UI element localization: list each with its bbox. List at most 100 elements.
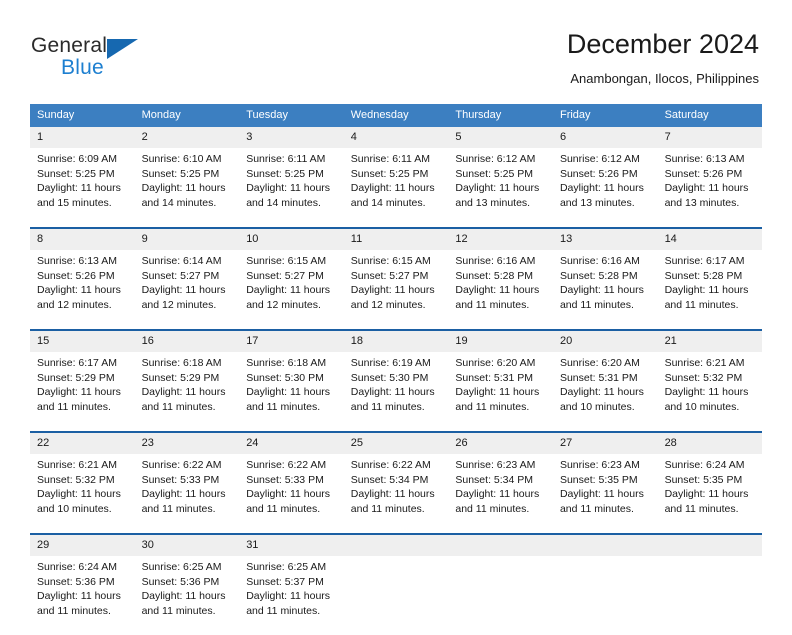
day-cell[interactable]: Sunrise: 6:13 AM Sunset: 5:26 PM Dayligh… <box>657 148 763 228</box>
day-cell[interactable]: Sunrise: 6:21 AM Sunset: 5:32 PM Dayligh… <box>657 352 763 432</box>
day-cell[interactable]: Sunrise: 6:18 AM Sunset: 5:30 PM Dayligh… <box>239 352 344 432</box>
day-number[interactable]: 27 <box>552 431 658 454</box>
day-cell[interactable]: Sunrise: 6:11 AM Sunset: 5:25 PM Dayligh… <box>239 148 344 228</box>
day-cell[interactable]: Sunrise: 6:10 AM Sunset: 5:25 PM Dayligh… <box>134 148 240 228</box>
day-number[interactable]: 5 <box>448 127 553 148</box>
title-block: December 2024 Anambongan, Ilocos, Philip… <box>567 28 759 87</box>
day-number[interactable]: 18 <box>343 329 449 352</box>
day-cell[interactable]: Sunrise: 6:17 AM Sunset: 5:29 PM Dayligh… <box>30 352 135 432</box>
day-number[interactable]: 14 <box>657 227 763 250</box>
week-info-row: Sunrise: 6:24 AM Sunset: 5:36 PM Dayligh… <box>30 556 763 635</box>
sunset-text: Sunset: 5:25 PM <box>350 167 429 180</box>
day-number[interactable]: 20 <box>552 329 658 352</box>
day-cell[interactable]: Sunrise: 6:12 AM Sunset: 5:26 PM Dayligh… <box>552 148 658 228</box>
day-cell[interactable]: Sunrise: 6:24 AM Sunset: 5:36 PM Dayligh… <box>30 556 135 635</box>
day-number[interactable]: 22 <box>30 431 135 454</box>
day-number[interactable]: 16 <box>134 329 240 352</box>
day-number[interactable]: 21 <box>657 329 763 352</box>
day-cell[interactable]: Sunrise: 6:24 AM Sunset: 5:35 PM Dayligh… <box>657 454 763 534</box>
day-number[interactable]: 8 <box>30 227 135 250</box>
daylight-text: Daylight: 11 hours and 11 minutes. <box>455 284 540 311</box>
day-cell-empty <box>343 556 449 635</box>
day-number[interactable]: 30 <box>134 533 240 556</box>
day-cell[interactable]: Sunrise: 6:25 AM Sunset: 5:37 PM Dayligh… <box>239 556 344 635</box>
day-number[interactable]: 29 <box>30 533 135 556</box>
day-number[interactable]: 12 <box>448 227 553 250</box>
day-number[interactable]: 11 <box>343 227 449 250</box>
day-number[interactable]: 6 <box>552 127 658 148</box>
day-number[interactable]: 25 <box>343 431 449 454</box>
day-cell[interactable]: Sunrise: 6:16 AM Sunset: 5:28 PM Dayligh… <box>552 250 658 330</box>
day-number[interactable]: 10 <box>239 227 344 250</box>
day-number[interactable]: 17 <box>239 329 344 352</box>
day-number[interactable]: 2 <box>134 127 240 148</box>
day-cell[interactable]: Sunrise: 6:15 AM Sunset: 5:27 PM Dayligh… <box>239 250 344 330</box>
day-number[interactable]: 7 <box>657 127 763 148</box>
day-cell[interactable]: Sunrise: 6:15 AM Sunset: 5:27 PM Dayligh… <box>343 250 449 330</box>
day-cell[interactable]: Sunrise: 6:19 AM Sunset: 5:30 PM Dayligh… <box>343 352 449 432</box>
day-number-empty <box>448 533 553 556</box>
brand-triangle-icon <box>107 39 138 59</box>
daylight-text: Daylight: 11 hours and 13 minutes. <box>559 182 644 209</box>
day-number[interactable]: 24 <box>239 431 344 454</box>
week-daynum-row: 22 23 24 25 26 27 28 <box>30 431 763 454</box>
day-cell[interactable]: Sunrise: 6:23 AM Sunset: 5:35 PM Dayligh… <box>552 454 658 534</box>
day-number-empty <box>343 533 449 556</box>
sunrise-text: Sunrise: 6:22 AM <box>246 459 327 471</box>
day-cell[interactable]: Sunrise: 6:09 AM Sunset: 5:25 PM Dayligh… <box>30 148 135 228</box>
sunset-text: Sunset: 5:35 PM <box>664 473 743 486</box>
sunset-text: Sunset: 5:36 PM <box>37 575 115 588</box>
day-cell[interactable]: Sunrise: 6:21 AM Sunset: 5:32 PM Dayligh… <box>30 454 135 534</box>
day-cell[interactable]: Sunrise: 6:22 AM Sunset: 5:33 PM Dayligh… <box>239 454 344 534</box>
sunset-text: Sunset: 5:27 PM <box>246 269 324 282</box>
daylight-text: Daylight: 11 hours and 11 minutes. <box>350 386 435 413</box>
day-number[interactable]: 31 <box>239 533 344 556</box>
day-number[interactable]: 23 <box>134 431 240 454</box>
day-number[interactable]: 28 <box>657 431 763 454</box>
day-cell[interactable]: Sunrise: 6:20 AM Sunset: 5:31 PM Dayligh… <box>552 352 658 432</box>
day-cell[interactable]: Sunrise: 6:18 AM Sunset: 5:29 PM Dayligh… <box>134 352 240 432</box>
day-cell[interactable]: Sunrise: 6:13 AM Sunset: 5:26 PM Dayligh… <box>30 250 135 330</box>
daylight-text: Daylight: 11 hours and 11 minutes. <box>664 488 749 515</box>
daylight-text: Daylight: 11 hours and 11 minutes. <box>350 488 435 515</box>
day-cell[interactable]: Sunrise: 6:23 AM Sunset: 5:34 PM Dayligh… <box>448 454 553 534</box>
sunrise-text: Sunrise: 6:10 AM <box>141 153 222 165</box>
sunset-text: Sunset: 5:25 PM <box>246 167 324 180</box>
day-cell[interactable]: Sunrise: 6:22 AM Sunset: 5:34 PM Dayligh… <box>343 454 449 534</box>
week-info-row: Sunrise: 6:21 AM Sunset: 5:32 PM Dayligh… <box>30 454 763 534</box>
daylight-text: Daylight: 11 hours and 11 minutes. <box>141 590 226 617</box>
day-cell[interactable]: Sunrise: 6:22 AM Sunset: 5:33 PM Dayligh… <box>134 454 240 534</box>
brand-logo[interactable]: General Blue <box>31 34 231 80</box>
sunset-text: Sunset: 5:31 PM <box>455 371 534 384</box>
day-cell[interactable]: Sunrise: 6:16 AM Sunset: 5:28 PM Dayligh… <box>448 250 553 330</box>
page-header: General Blue December 2024 Anambongan, I… <box>0 0 792 104</box>
sunset-text: Sunset: 5:33 PM <box>141 473 220 486</box>
day-number[interactable]: 15 <box>30 329 135 352</box>
day-number[interactable]: 9 <box>134 227 240 250</box>
daylight-text: Daylight: 11 hours and 10 minutes. <box>559 386 644 413</box>
sunrise-text: Sunrise: 6:22 AM <box>141 459 222 471</box>
day-cell-empty <box>552 556 658 635</box>
sunrise-text: Sunrise: 6:23 AM <box>455 459 536 471</box>
day-cell[interactable]: Sunrise: 6:25 AM Sunset: 5:36 PM Dayligh… <box>134 556 240 635</box>
sunset-text: Sunset: 5:26 PM <box>37 269 115 282</box>
page-title: December 2024 <box>566 29 759 59</box>
day-number[interactable]: 26 <box>448 431 553 454</box>
sunset-text: Sunset: 5:26 PM <box>559 167 638 180</box>
day-number[interactable]: 1 <box>30 127 135 148</box>
day-number[interactable]: 13 <box>552 227 658 250</box>
day-number[interactable]: 19 <box>448 329 553 352</box>
sunset-text: Sunset: 5:25 PM <box>455 167 534 180</box>
day-number[interactable]: 3 <box>239 127 344 148</box>
sunset-text: Sunset: 5:32 PM <box>37 473 115 486</box>
daylight-text: Daylight: 11 hours and 11 minutes. <box>246 590 331 617</box>
day-cell[interactable]: Sunrise: 6:20 AM Sunset: 5:31 PM Dayligh… <box>448 352 553 432</box>
day-number[interactable]: 4 <box>343 127 449 148</box>
day-cell[interactable]: Sunrise: 6:11 AM Sunset: 5:25 PM Dayligh… <box>343 148 449 228</box>
day-cell[interactable]: Sunrise: 6:14 AM Sunset: 5:27 PM Dayligh… <box>134 250 240 330</box>
brand-name-bottom: Blue <box>61 56 104 79</box>
day-cell[interactable]: Sunrise: 6:12 AM Sunset: 5:25 PM Dayligh… <box>448 148 553 228</box>
daylight-text: Daylight: 11 hours and 11 minutes. <box>37 386 121 413</box>
day-cell[interactable]: Sunrise: 6:17 AM Sunset: 5:28 PM Dayligh… <box>657 250 763 330</box>
sunset-text: Sunset: 5:28 PM <box>559 269 638 282</box>
